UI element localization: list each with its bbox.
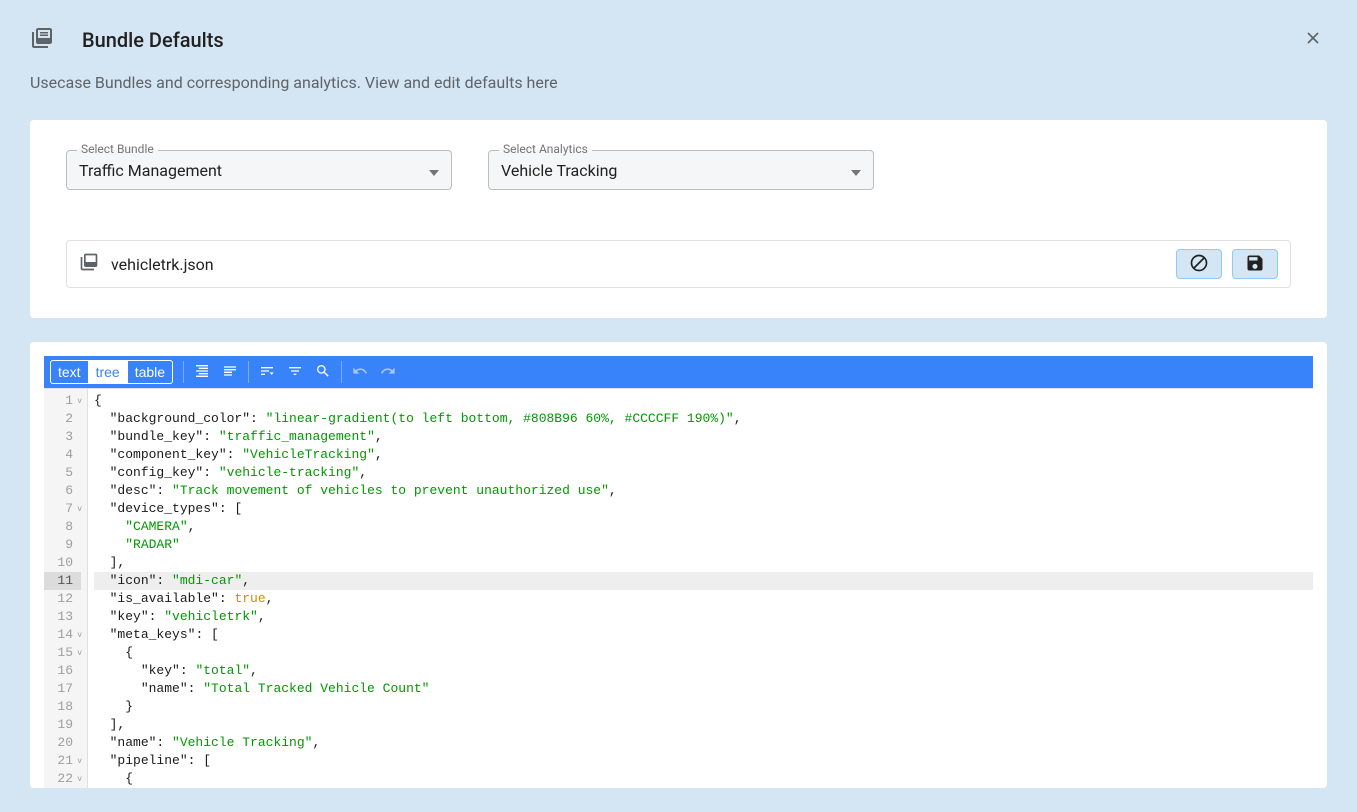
gutter-line: 21v <box>44 752 81 770</box>
editor-toolbar: text tree table <box>44 356 1313 388</box>
search-button[interactable] <box>309 356 337 388</box>
select-bundle-label: Select Bundle <box>77 142 158 156</box>
code-line[interactable]: "bundle_key": "traffic_management", <box>94 428 1313 446</box>
select-bundle-value: Traffic Management <box>79 161 429 180</box>
code-line[interactable]: } <box>94 698 1313 716</box>
code-line[interactable]: "name": "Vehicle Tracking", <box>94 734 1313 752</box>
code-line[interactable]: "component_key": "VehicleTracking", <box>94 446 1313 464</box>
gutter-line: 14v <box>44 626 81 644</box>
fold-marker-icon[interactable]: v <box>77 645 82 663</box>
gutter-line: 16 <box>44 662 81 680</box>
gutter-line: 20 <box>44 734 81 752</box>
json-editor: text tree table <box>30 342 1327 788</box>
select-analytics[interactable]: Select Analytics Vehicle Tracking <box>488 150 874 190</box>
mode-tab-table[interactable]: table <box>128 361 172 383</box>
code-line[interactable]: { <box>94 644 1313 662</box>
gutter-line: 9 <box>44 536 81 554</box>
file-row: vehicletrk.json <box>66 240 1291 288</box>
bundle-defaults-dialog: Bundle Defaults Usecase Bundles and corr… <box>0 0 1357 812</box>
code-line[interactable]: "CAMERA", <box>94 518 1313 536</box>
compact-button[interactable] <box>216 356 244 388</box>
gutter-line: 13 <box>44 608 81 626</box>
search-icon <box>315 363 331 382</box>
gutter-line: 17 <box>44 680 81 698</box>
select-analytics-label: Select Analytics <box>499 142 592 156</box>
library-books-icon <box>79 252 99 276</box>
fold-marker-icon[interactable]: v <box>77 771 82 788</box>
code-line[interactable]: "pipeline": [ <box>94 752 1313 770</box>
format-indent-icon <box>194 363 210 382</box>
gutter-line: 6 <box>44 482 81 500</box>
save-button[interactable] <box>1232 249 1278 279</box>
format-compact-icon <box>222 363 238 382</box>
code-line[interactable]: "config_key": "vehicle-tracking", <box>94 464 1313 482</box>
fold-marker-icon[interactable]: v <box>77 393 82 411</box>
select-analytics-value: Vehicle Tracking <box>501 161 851 180</box>
format-button[interactable] <box>188 356 216 388</box>
code-line[interactable]: ], <box>94 716 1313 734</box>
gutter-line: 18 <box>44 698 81 716</box>
mode-tab-text[interactable]: text <box>51 361 89 383</box>
filter-icon <box>287 363 303 382</box>
gutter-line: 1v <box>44 392 81 410</box>
filter-button[interactable] <box>281 356 309 388</box>
code-line[interactable]: { <box>94 392 1313 410</box>
gutter-line: 7v <box>44 500 81 518</box>
gutter-line: 11 <box>44 572 81 590</box>
gutter-line: 4 <box>44 446 81 464</box>
close-icon <box>1303 36 1323 51</box>
sort-icon <box>259 363 275 382</box>
gutter-line: 5 <box>44 464 81 482</box>
redo-button[interactable] <box>374 356 402 388</box>
gutter-line: 3 <box>44 428 81 446</box>
fold-marker-icon[interactable]: v <box>77 753 82 771</box>
code-line[interactable]: "icon": "mdi-car", <box>94 572 1313 590</box>
separator <box>341 361 342 383</box>
mode-tab-tree[interactable]: tree <box>89 361 128 383</box>
sort-button[interactable] <box>253 356 281 388</box>
code-line[interactable]: "desc": "Track movement of vehicles to p… <box>94 482 1313 500</box>
select-bundle[interactable]: Select Bundle Traffic Management <box>66 150 452 190</box>
discard-button[interactable] <box>1176 249 1222 279</box>
cancel-icon <box>1189 253 1209 276</box>
code-line[interactable]: "is_available": true, <box>94 590 1313 608</box>
config-card: Select Bundle Traffic Management Select … <box>30 120 1327 318</box>
code-line[interactable]: { <box>94 770 1313 788</box>
file-name: vehicletrk.json <box>111 255 1176 274</box>
save-icon <box>1245 253 1265 276</box>
gutter-line: 22v <box>44 770 81 788</box>
dialog-header: Bundle Defaults <box>30 24 1327 55</box>
gutter-line: 19 <box>44 716 81 734</box>
code-line[interactable]: "background_color": "linear-gradient(to … <box>94 410 1313 428</box>
mode-tabs: text tree table <box>50 360 173 384</box>
code-area[interactable]: { "background_color": "linear-gradient(t… <box>88 389 1313 788</box>
dialog-subtitle: Usecase Bundles and corresponding analyt… <box>30 73 1327 92</box>
code-line[interactable]: "name": "Total Tracked Vehicle Count" <box>94 680 1313 698</box>
caret-down-icon <box>429 161 439 180</box>
editor-body[interactable]: 1v234567v891011121314v15v161718192021v22… <box>44 388 1313 788</box>
gutter-line: 2 <box>44 410 81 428</box>
undo-button[interactable] <box>346 356 374 388</box>
separator <box>183 361 184 383</box>
separator <box>248 361 249 383</box>
code-line[interactable]: "key": "total", <box>94 662 1313 680</box>
code-line[interactable]: "key": "vehicletrk", <box>94 608 1313 626</box>
dialog-title: Bundle Defaults <box>82 28 224 52</box>
gutter-line: 8 <box>44 518 81 536</box>
redo-icon <box>380 363 396 382</box>
fold-marker-icon[interactable]: v <box>77 627 82 645</box>
close-button[interactable] <box>1299 24 1327 55</box>
code-line[interactable]: ], <box>94 554 1313 572</box>
gutter-line: 10 <box>44 554 81 572</box>
fold-marker-icon[interactable]: v <box>77 501 82 519</box>
gutter-line: 12 <box>44 590 81 608</box>
library-books-icon <box>30 26 54 54</box>
line-gutter: 1v234567v891011121314v15v161718192021v22… <box>44 389 88 788</box>
code-line[interactable]: "RADAR" <box>94 536 1313 554</box>
undo-icon <box>352 363 368 382</box>
caret-down-icon <box>851 161 861 180</box>
code-line[interactable]: "device_types": [ <box>94 500 1313 518</box>
gutter-line: 15v <box>44 644 81 662</box>
code-line[interactable]: "meta_keys": [ <box>94 626 1313 644</box>
